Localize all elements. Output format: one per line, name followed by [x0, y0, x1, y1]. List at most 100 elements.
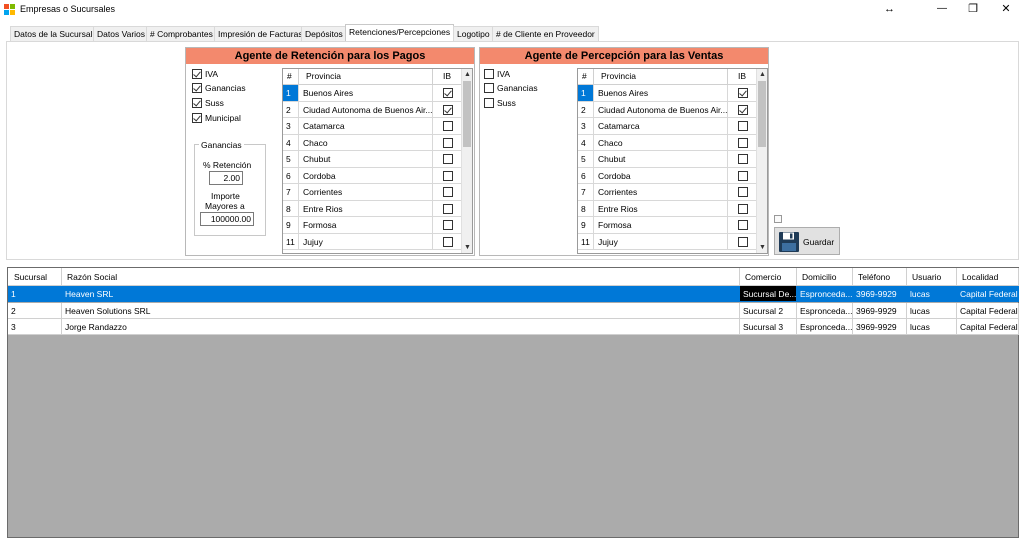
province-row-number[interactable]: 3 [578, 118, 594, 134]
province-ib-cell[interactable] [728, 201, 758, 217]
scroll-down-icon[interactable]: ▼ [757, 242, 767, 253]
retencion-provincias-grid[interactable]: # Provincia IB 1 Buenos Aires 2 Ciudad Auto… [282, 68, 473, 254]
col-provincia[interactable]: Provincia [299, 69, 433, 85]
province-row[interactable]: 4 Chaco [578, 134, 758, 151]
scroll-up-icon[interactable]: ▲ [757, 69, 767, 80]
province-row-number[interactable]: 8 [578, 200, 594, 217]
checkbox[interactable] [192, 69, 202, 79]
tab-logotipo[interactable]: Logotipo [453, 26, 494, 41]
cell-usuario[interactable]: lucas [907, 302, 957, 319]
col-comercio-header[interactable]: Comercio [740, 268, 797, 286]
province-row-number[interactable]: 8 [283, 200, 299, 217]
province-ib-cell[interactable] [433, 201, 463, 217]
importe-input[interactable]: 100000.00 [200, 212, 254, 226]
province-row-number[interactable]: 1 [283, 85, 299, 101]
province-ib-cell[interactable] [433, 168, 463, 184]
cell-comercio[interactable]: Sucursal De... [740, 286, 797, 302]
cell-sucursal[interactable]: 3 [8, 319, 62, 335]
province-ib-cell[interactable] [433, 217, 463, 233]
province-row[interactable]: 5 Chubut [283, 151, 463, 168]
ib-checkbox[interactable] [443, 203, 453, 214]
province-name[interactable]: Buenos Aires [299, 85, 433, 101]
ib-checkbox[interactable] [738, 137, 748, 148]
province-ib-cell[interactable] [433, 234, 463, 250]
province-row-number[interactable]: 11 [578, 233, 594, 250]
ib-checkbox[interactable] [738, 104, 748, 115]
province-ib-cell[interactable] [728, 168, 758, 184]
province-ib-cell[interactable] [433, 85, 463, 101]
province-row-number[interactable]: 2 [578, 101, 594, 118]
province-ib-cell[interactable] [433, 151, 463, 167]
col-num[interactable]: # [578, 69, 594, 85]
ib-checkbox[interactable] [443, 170, 453, 181]
percepcion-provincias-grid[interactable]: # Provincia IB 1 Buenos Aires 2 Ciudad Auto… [577, 68, 768, 254]
province-row-number[interactable]: 7 [283, 184, 299, 200]
col-domicilio-header[interactable]: Domicilio [797, 268, 853, 286]
province-name[interactable]: Chubut [299, 151, 433, 167]
province-row-number[interactable]: 5 [578, 151, 594, 167]
tab-cliente-proveedor[interactable]: # de Cliente en Proveedor [492, 26, 599, 41]
tab-retenciones-percepciones[interactable]: Retenciones/Percepciones [345, 24, 455, 42]
cell-comercio[interactable]: Sucursal 2 [740, 302, 797, 319]
tab-depositos[interactable]: Depósitos [301, 26, 347, 41]
tab-comprobantes[interactable]: # Comprobantes [146, 26, 217, 41]
guardar-button[interactable]: Guardar [774, 227, 840, 255]
ib-checkbox[interactable] [738, 121, 748, 131]
cell-razon-social[interactable]: Heaven SRL [62, 286, 740, 302]
retencion-check-municipal[interactable]: Municipal [192, 112, 241, 126]
province-name[interactable]: Corrientes [299, 184, 433, 200]
ib-checkbox[interactable] [738, 220, 748, 230]
percepcion-check-iva[interactable]: IVA [484, 68, 510, 82]
ib-checkbox[interactable] [443, 121, 453, 131]
province-row-number[interactable]: 7 [578, 184, 594, 200]
cell-localidad[interactable]: Capital Federal [957, 319, 1019, 335]
cell-comercio[interactable]: Sucursal 3 [740, 319, 797, 335]
sucursales-grid[interactable]: Sucursal Razón Social Comercio Domicilio Tel… [7, 267, 1019, 538]
col-razon-social-header[interactable]: Razón Social [62, 268, 740, 286]
retencion-scrollbar[interactable]: ▲ ▼ [461, 69, 472, 253]
province-row-number[interactable]: 11 [283, 233, 299, 250]
table-row[interactable]: 3 Jorge Randazzo Sucursal 3 Espronceda... 39… [8, 319, 1019, 335]
province-name[interactable]: Corrientes [594, 184, 728, 200]
province-name[interactable]: Chaco [594, 134, 728, 151]
province-row-number[interactable]: 4 [283, 134, 299, 151]
ib-checkbox[interactable] [738, 170, 748, 181]
cell-sucursal[interactable]: 2 [8, 302, 62, 319]
ib-checkbox[interactable] [443, 88, 453, 98]
province-row[interactable]: 6 Cordoba [578, 167, 758, 184]
province-row[interactable]: 2 Ciudad Autonoma de Buenos Air... [283, 101, 463, 118]
province-row[interactable]: 8 Entre Rios [283, 200, 463, 217]
checkbox[interactable] [192, 83, 202, 93]
minimize-button[interactable]: — [925, 0, 959, 18]
province-row-number[interactable]: 5 [283, 151, 299, 167]
province-ib-cell[interactable] [433, 184, 463, 200]
province-name[interactable]: Catamarca [299, 118, 433, 134]
province-name[interactable]: Ciudad Autonoma de Buenos Air... [594, 101, 728, 118]
province-name[interactable]: Ciudad Autonoma de Buenos Air... [299, 101, 433, 118]
province-row[interactable]: 6 Cordoba [283, 167, 463, 184]
province-row[interactable]: 3 Catamarca [578, 118, 758, 135]
ib-checkbox[interactable] [443, 236, 453, 247]
province-name[interactable]: Catamarca [594, 118, 728, 134]
province-ib-cell[interactable] [728, 135, 758, 151]
province-row-number[interactable]: 2 [283, 101, 299, 118]
small-checkbox[interactable] [774, 215, 782, 223]
checkbox[interactable] [484, 98, 494, 108]
province-ib-cell[interactable] [728, 151, 758, 167]
checkbox[interactable] [192, 98, 202, 108]
province-row-number[interactable]: 6 [578, 167, 594, 184]
ib-checkbox[interactable] [738, 236, 748, 247]
col-telefono-header[interactable]: Teléfono [853, 268, 907, 286]
col-localidad-header[interactable]: Localidad [957, 268, 1019, 286]
cell-localidad[interactable]: Capital Federal [957, 302, 1019, 319]
province-ib-cell[interactable] [728, 217, 758, 233]
province-row[interactable]: 11 Jujuy [578, 233, 758, 250]
ib-checkbox[interactable] [738, 187, 748, 197]
cell-razon-social[interactable]: Heaven Solutions SRL [62, 302, 740, 319]
col-provincia[interactable]: Provincia [594, 69, 728, 85]
cell-telefono[interactable]: 3969-9929 [853, 286, 907, 302]
cell-telefono[interactable]: 3969-9929 [853, 319, 907, 335]
pct-retencion-input[interactable]: 2.00 [209, 171, 243, 185]
checkbox[interactable] [484, 69, 494, 79]
ib-checkbox[interactable] [443, 104, 453, 115]
